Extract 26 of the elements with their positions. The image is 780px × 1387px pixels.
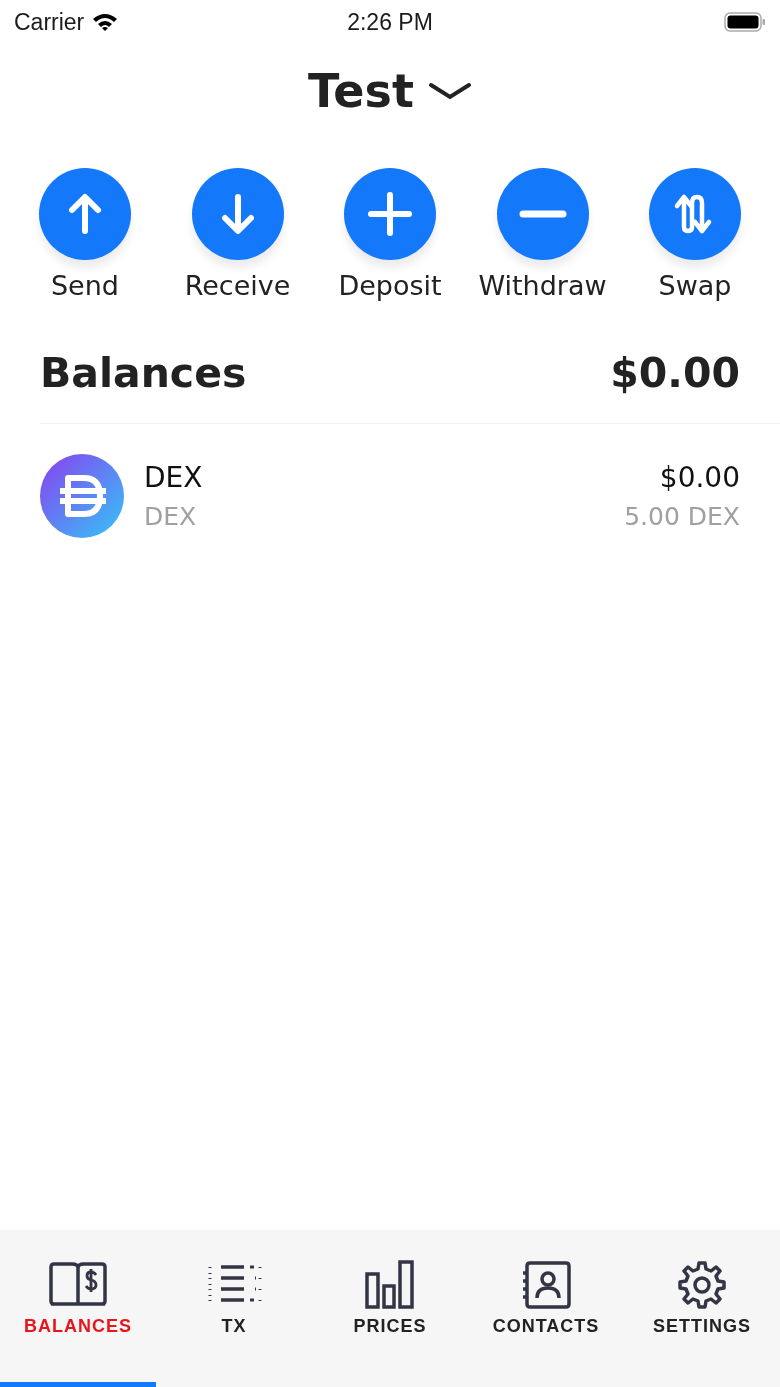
status-time: 2:26 PM [347, 8, 433, 36]
action-label: Send [51, 270, 119, 301]
plus-icon [365, 189, 415, 239]
token-name: DEX [144, 461, 204, 494]
action-label: Deposit [338, 270, 442, 301]
total-balance: $0.00 [610, 349, 740, 397]
tab[interactable]: BALANCES [0, 1230, 156, 1387]
tab[interactable]: SETTINGS [624, 1230, 780, 1387]
token-value: $0.00 [659, 461, 740, 494]
action-label: Swap [658, 270, 732, 301]
battery-icon [724, 12, 766, 32]
wallet-selector[interactable]: Test [308, 64, 472, 118]
token-row[interactable]: DEX DEX $0.00 5.00 DEX [0, 424, 780, 538]
token-amount: 5.00 DEX [624, 502, 740, 531]
token-symbol: DEX [144, 502, 198, 531]
tab[interactable]: TX [156, 1230, 312, 1387]
action-label: Withdraw [478, 270, 607, 301]
tab[interactable]: CONTACTS [468, 1230, 624, 1387]
section-title: Balances [40, 349, 247, 397]
wifi-icon [92, 12, 119, 32]
chevron-down-icon [427, 80, 472, 102]
minus-icon [517, 210, 568, 218]
coin-logo-icon [40, 454, 124, 538]
tab[interactable]: PRICES [312, 1230, 468, 1387]
carrier-label: Carrier [14, 8, 85, 36]
action-label: Receive [184, 270, 291, 301]
